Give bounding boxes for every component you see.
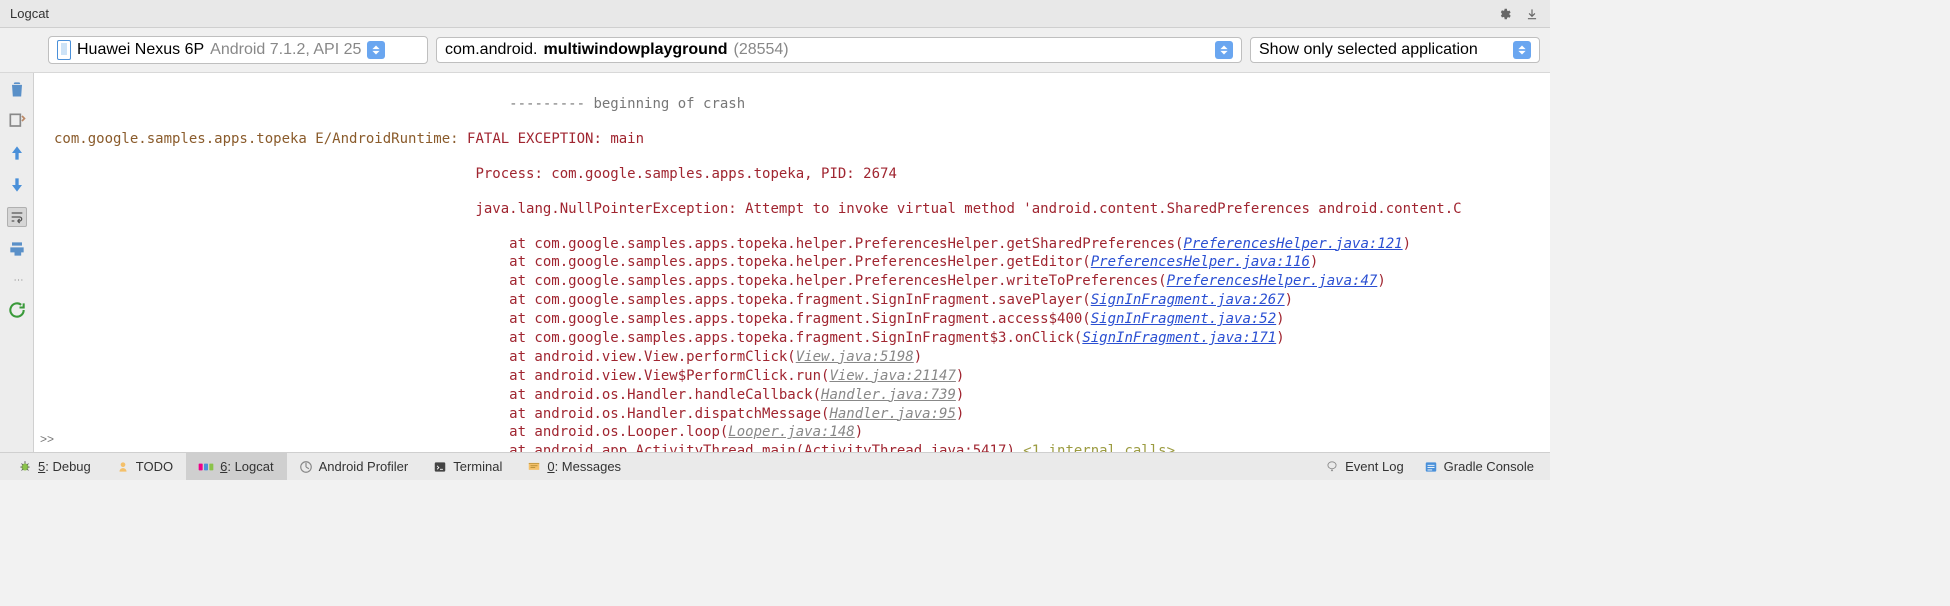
phone-icon (57, 40, 71, 60)
tab-messages[interactable]: 0: Messages (515, 453, 634, 480)
source-link[interactable]: SignInFragment.java:52 (1091, 311, 1276, 327)
log-line: Process: com.google.samples.apps.topeka,… (54, 165, 1540, 184)
source-link[interactable]: Handler.java:95 (829, 406, 955, 422)
source-link[interactable]: PreferencesHelper.java:116 (1091, 254, 1310, 270)
soft-wrap-icon[interactable] (7, 207, 27, 227)
source-link[interactable]: View.java:21147 (829, 368, 955, 384)
source-link[interactable]: SignInFragment.java:267 (1091, 292, 1285, 308)
panel-title: Logcat (10, 6, 1496, 21)
more-button[interactable]: >> (40, 432, 54, 446)
process-dropdown[interactable]: com.android. multiwindowplayground (28554… (436, 37, 1242, 63)
todo-icon (116, 460, 130, 474)
hide-icon[interactable] (1524, 6, 1540, 22)
source-link[interactable]: Looper.java:148 (728, 424, 854, 440)
side-toolbar: ⋯ (0, 73, 34, 452)
toolbar-divider: ⋯ (14, 275, 26, 286)
event-log-button[interactable]: Event Log (1315, 459, 1414, 474)
stack-frame: at android.os.Looper.loop(Looper.java:14… (54, 423, 1540, 442)
source-link[interactable]: PreferencesHelper.java:121 (1183, 236, 1402, 252)
source-link[interactable]: SignInFragment.java:171 (1082, 330, 1276, 346)
chevron-updown-icon (1215, 41, 1233, 59)
stack-frame: at android.os.Handler.dispatchMessage(Ha… (54, 405, 1540, 424)
scroll-end-icon[interactable] (7, 111, 27, 131)
process-pid: (28554) (733, 41, 788, 59)
stack-frame: at com.google.samples.apps.topeka.fragme… (54, 291, 1540, 310)
source-link[interactable]: PreferencesHelper.java:47 (1167, 273, 1378, 289)
down-arrow-icon[interactable] (7, 175, 27, 195)
stack-frame: at com.google.samples.apps.topeka.helper… (54, 235, 1540, 254)
filter-mode-label: Show only selected application (1259, 41, 1478, 59)
stack-frame: at android.view.View.performClick(View.j… (54, 348, 1540, 367)
logcat-icon (198, 461, 214, 473)
stack-frame: at com.google.samples.apps.topeka.helper… (54, 272, 1540, 291)
restart-icon[interactable] (7, 300, 27, 320)
messages-icon (527, 460, 541, 474)
filter-bar: Huawei Nexus 6P Android 7.1.2, API 25 co… (0, 28, 1550, 73)
chevron-updown-icon (1513, 41, 1531, 59)
process-pkg-prefix: com.android. (445, 41, 538, 59)
trash-icon[interactable] (7, 79, 27, 99)
panel-header: Logcat (0, 0, 1550, 28)
log-line: java.lang.NullPointerException: Attempt … (54, 200, 1540, 219)
stack-frame: at com.google.samples.apps.topeka.fragme… (54, 310, 1540, 329)
tab-profiler[interactable]: Android Profiler (287, 453, 422, 480)
print-icon[interactable] (7, 239, 27, 259)
log-line-error: com.google.samples.apps.topeka E/Android… (54, 130, 1540, 149)
balloon-icon (1325, 460, 1339, 474)
stack-frame: at android.os.Handler.handleCallback(Han… (54, 386, 1540, 405)
tab-logcat[interactable]: 6: Logcat (186, 453, 287, 480)
tab-todo[interactable]: TODO (104, 453, 186, 480)
bug-icon (18, 460, 32, 474)
crash-marker: --------- beginning of crash (54, 95, 1540, 114)
source-link[interactable]: View.java:5198 (796, 349, 914, 365)
stack-frame: at com.google.samples.apps.topeka.fragme… (54, 329, 1540, 348)
profiler-icon (299, 460, 313, 474)
source-link[interactable]: Handler.java:739 (821, 387, 956, 403)
stack-frame: at com.google.samples.apps.topeka.helper… (54, 253, 1540, 272)
device-dropdown[interactable]: Huawei Nexus 6P Android 7.1.2, API 25 (48, 36, 428, 64)
stack-frame: at android.app.ActivityThread.main(Activ… (54, 442, 1540, 452)
stack-frame: at android.view.View$PerformClick.run(Vi… (54, 367, 1540, 386)
chevron-updown-icon (367, 41, 385, 59)
log-output[interactable]: --------- beginning of crash com.google.… (34, 73, 1550, 452)
gear-icon[interactable] (1496, 6, 1512, 22)
terminal-icon (433, 460, 447, 474)
tab-terminal[interactable]: Terminal (421, 453, 515, 480)
gradle-console-button[interactable]: Gradle Console (1414, 459, 1544, 474)
process-pkg-bold: multiwindowplayground (544, 41, 728, 59)
device-name: Huawei Nexus 6P (77, 41, 204, 59)
device-meta: Android 7.1.2, API 25 (210, 41, 361, 59)
bottom-tab-bar: 5: Debug TODO 6: Logcat Android Profiler… (0, 452, 1550, 480)
filter-mode-dropdown[interactable]: Show only selected application (1250, 37, 1540, 63)
up-arrow-icon[interactable] (7, 143, 27, 163)
tab-debug[interactable]: 5: Debug (6, 453, 104, 480)
gradle-icon (1424, 460, 1438, 474)
